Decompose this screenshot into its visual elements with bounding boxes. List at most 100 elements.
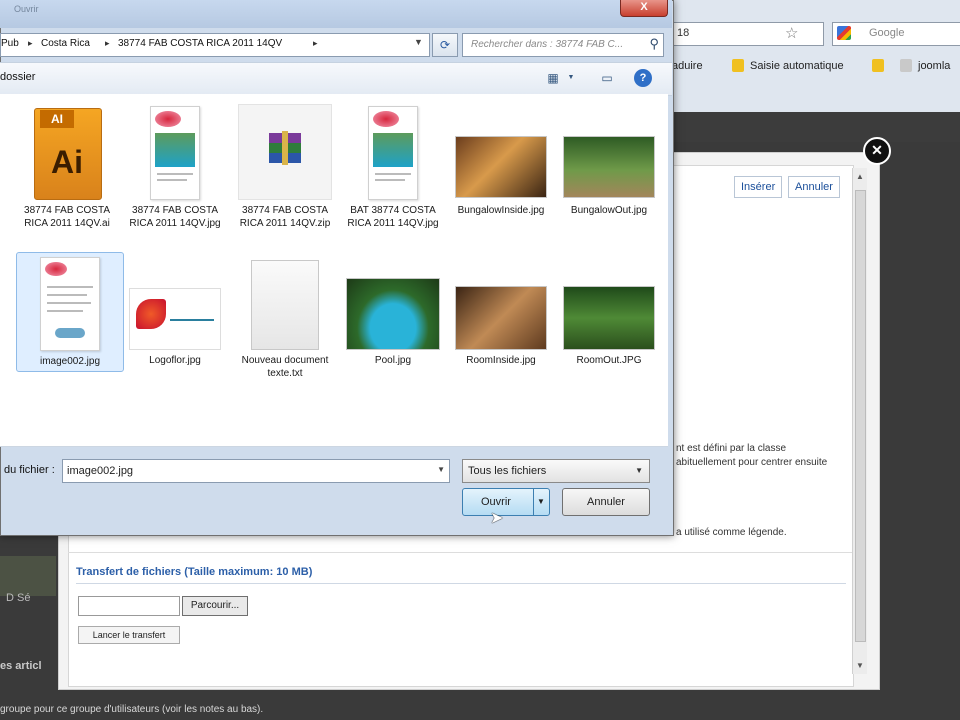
dialog-titlebar[interactable] [0, 0, 672, 28]
browser-secondary-toolbar: aduire Saisie automatique joomla [672, 54, 960, 80]
breadcrumb-item[interactable]: Pub [1, 38, 19, 49]
chevron-right-icon[interactable]: ▸ [28, 38, 33, 49]
file-name: Logoflor.jpg [149, 355, 201, 366]
dialog-title: Ouvrir [14, 4, 39, 14]
start-upload-button[interactable]: Lancer le transfert [78, 626, 180, 644]
filetype-value: Tous les fichiers [468, 465, 547, 477]
help-icon[interactable]: ? [634, 69, 652, 87]
chevron-down-icon[interactable]: ▼ [437, 465, 445, 474]
file-tile[interactable]: 38774 FAB COSTA RICA 2011 14QV.zip [230, 100, 340, 250]
pencil-icon [732, 59, 744, 72]
search-icon[interactable]: ⚲ [649, 36, 659, 52]
preview-pane-icon[interactable]: ▭ [598, 70, 616, 86]
upload-file-input[interactable] [78, 596, 180, 616]
search-placeholder: Rechercher dans : 38774 FAB C... [471, 39, 624, 50]
filename-value: image002.jpg [67, 465, 134, 477]
chevron-down-icon[interactable]: ▼ [414, 37, 423, 47]
section-divider [76, 583, 846, 584]
file-name: Nouveau document texte.txt [241, 355, 329, 379]
file-name: BungalowInside.jpg [457, 205, 545, 216]
ai-letters: Ai [51, 144, 83, 180]
google-search-box[interactable]: Google [832, 22, 960, 46]
scroll-down-icon[interactable]: ▼ [856, 661, 864, 670]
toolbar-item-autofill[interactable]: Saisie automatique [750, 60, 844, 72]
upload-section-title: Transfert de fichiers (Taille maximum: 1… [76, 566, 313, 578]
file-tile[interactable]: BungalowOut.jpg [554, 100, 664, 250]
dialog-close-button[interactable]: X [620, 0, 668, 17]
marker-icon [872, 59, 884, 72]
popup-help-text-3: a utilisé comme légende. [676, 527, 787, 538]
address-bar[interactable]: 18 [672, 22, 824, 46]
file-tile-selected[interactable]: image002.jpg [16, 252, 124, 372]
breadcrumb-item[interactable]: 38774 FAB COSTA RICA 2011 14QV [118, 38, 282, 49]
file-tile[interactable]: BungalowInside.jpg [446, 100, 556, 250]
scroll-thumb[interactable] [855, 190, 866, 642]
open-button[interactable]: Ouvrir ▼ [462, 488, 550, 516]
insert-button[interactable]: Insérer [734, 176, 783, 198]
file-tile[interactable]: BAT 38774 COSTA RICA 2011 14QV.jpg [338, 100, 448, 250]
file-tile[interactable]: 38774 FAB COSTA RICA 2011 14QV.jpg [120, 100, 230, 250]
file-name: 38774 FAB COSTA RICA 2011 14QV.jpg [129, 205, 221, 229]
background-icons-text: D Sé [6, 592, 31, 604]
refresh-icon[interactable]: ⟳ [432, 33, 458, 57]
background-heading: es articl [0, 660, 42, 672]
illustrator-file-icon: AI Ai [34, 108, 102, 200]
page-dark-band [670, 112, 960, 142]
file-tile[interactable]: RoomInside.jpg [446, 252, 556, 402]
filename-field[interactable]: image002.jpg ▼ [62, 459, 450, 483]
search-input[interactable]: Rechercher dans : 38774 FAB C... ⚲ [462, 33, 664, 57]
open-button-label: Ouvrir [481, 496, 511, 508]
scroll-up-icon[interactable]: ▲ [856, 172, 864, 181]
photo-thumbnail [455, 136, 547, 198]
file-tile[interactable]: Logoflor.jpg [120, 252, 230, 402]
file-tile[interactable]: Pool.jpg [338, 252, 448, 402]
star-icon[interactable]: ☆ [785, 24, 798, 42]
filetype-select[interactable]: Tous les fichiers ▼ [462, 459, 650, 483]
google-search-placeholder: Google [869, 27, 905, 39]
background-panel [0, 556, 56, 596]
popup-help-text-2: abituellement pour centrer ensuite [676, 457, 828, 468]
chevron-down-icon[interactable]: ▼ [635, 466, 643, 475]
cancel-button[interactable]: Annuler [562, 488, 650, 516]
document-thumbnail [368, 106, 418, 200]
chevron-right-icon[interactable]: ▸ [105, 38, 110, 49]
document-thumbnail [150, 106, 200, 200]
document-thumbnail [40, 257, 100, 351]
new-folder-button[interactable]: dossier [0, 71, 35, 83]
popup-scrollbar[interactable]: ▲ ▼ [852, 168, 867, 674]
popup-cancel-button[interactable]: Annuler [788, 176, 840, 198]
view-options-icon[interactable]: ▦ [544, 70, 562, 86]
chevron-down-icon[interactable]: ▼ [562, 70, 580, 86]
file-name: BAT 38774 COSTA RICA 2011 14QV.jpg [347, 205, 439, 229]
file-tile[interactable]: Nouveau document texte.txt [230, 252, 340, 402]
chevron-right-icon[interactable]: ▸ [313, 38, 318, 49]
toolbar-item-joomla[interactable]: joomla [918, 60, 950, 72]
file-name: RoomOut.JPG [576, 355, 642, 366]
background-footer-text: groupe pour ce groupe d'utilisateurs (vo… [0, 704, 264, 715]
split-divider [533, 489, 534, 515]
breadcrumb-item[interactable]: Costa Rica [41, 38, 90, 49]
archive-icon [238, 104, 332, 200]
file-name: 38774 FAB COSTA RICA 2011 14QV.ai [24, 205, 110, 229]
breadcrumb[interactable]: Pub ▸ Costa Rica ▸ 38774 FAB COSTA RICA … [0, 33, 430, 57]
text-file-icon [251, 260, 319, 350]
ai-badge: AI [40, 110, 74, 128]
popup-close-button[interactable]: ✕ [863, 137, 891, 165]
mouse-cursor-icon: ➤ [490, 510, 504, 527]
file-tile[interactable]: RoomOut.JPG [554, 252, 664, 402]
chevron-down-icon[interactable]: ▼ [537, 497, 545, 506]
browse-button[interactable]: Parcourir... [182, 596, 248, 616]
file-name: image002.jpg [39, 356, 101, 367]
popup-help-text-1: nt est défini par la classe [676, 443, 787, 454]
photo-thumbnail [563, 136, 655, 198]
file-name: Pool.jpg [374, 355, 412, 366]
address-text: 18 [677, 27, 690, 39]
toolbar-item-translate[interactable]: aduire [672, 60, 703, 72]
filename-label: du fichier : [4, 464, 55, 476]
google-icon [837, 26, 851, 40]
file-tile[interactable]: AI Ai 38774 FAB COSTA RICA 2011 14QV.ai [12, 100, 122, 250]
file-name: BungalowOut.jpg [570, 205, 648, 216]
photo-thumbnail [563, 286, 655, 350]
logo-thumbnail [129, 288, 221, 350]
photo-thumbnail [346, 278, 440, 350]
